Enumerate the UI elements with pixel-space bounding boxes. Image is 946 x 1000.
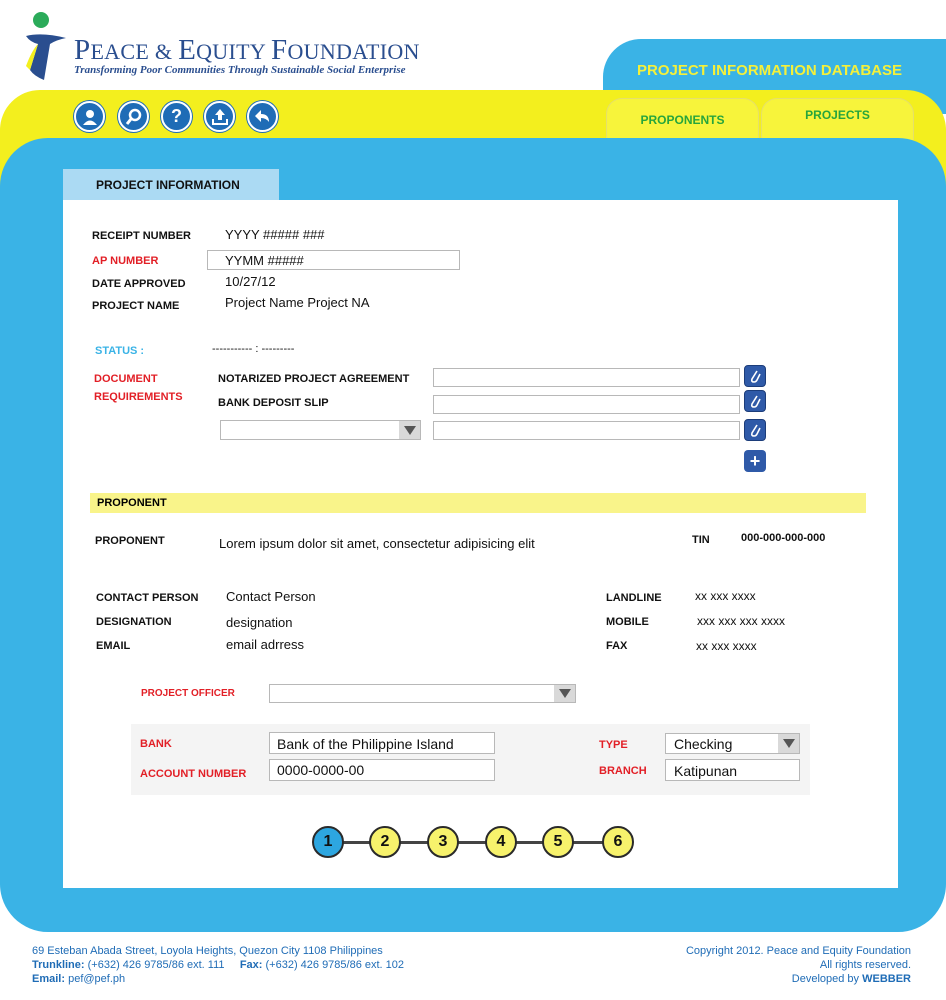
- org-name: PEACE & EQUITY FOUNDATION: [74, 34, 420, 66]
- logo-figure-icon: [26, 12, 66, 80]
- account-type-select[interactable]: Checking: [665, 733, 800, 754]
- landline-value: xx xxx xxxx: [695, 589, 756, 603]
- designation-label: DESIGNATION: [96, 616, 172, 628]
- footer-fax-label: Fax:: [239, 959, 263, 971]
- step-6[interactable]: 6: [602, 826, 634, 858]
- step-4[interactable]: 4: [485, 826, 517, 858]
- branch-field[interactable]: Katipunan: [665, 759, 800, 781]
- step-2[interactable]: 2: [369, 826, 401, 858]
- mobile-label: MOBILE: [606, 616, 649, 628]
- account-number-field[interactable]: 0000-0000-00: [269, 759, 495, 781]
- doc-other-field[interactable]: [433, 421, 740, 440]
- tab-project-information[interactable]: PROJECT INFORMATION: [63, 169, 279, 201]
- tab-proponents[interactable]: PROPONENTS: [606, 98, 759, 140]
- ap-number-field[interactable]: YYMM #####: [207, 250, 460, 270]
- project-officer-label: PROJECT OFFICER: [141, 688, 235, 699]
- database-title: PROJECT INFORMATION DATABASE: [637, 62, 902, 79]
- developer-name[interactable]: WEBBER: [862, 973, 911, 985]
- trunkline-value: (+632) 426 9785/86 ext. 111: [87, 959, 225, 971]
- user-icon[interactable]: [74, 101, 105, 132]
- tin-value: 000-000-000-000: [741, 532, 826, 544]
- contact-person-value: Contact Person: [226, 589, 316, 604]
- footer-copyright: Copyright 2012. Peace and Equity Foundat…: [685, 945, 911, 957]
- chevron-down-icon: [778, 734, 799, 753]
- date-approved-value: 10/27/12: [225, 274, 276, 289]
- email-label: EMAIL: [96, 640, 131, 652]
- attach-notarized-icon[interactable]: [744, 365, 766, 387]
- footer-fax-value: (+632) 426 9785/86 ext. 102: [265, 959, 405, 971]
- footer-email: Email: pef@pef.ph: [32, 973, 125, 985]
- doc-type-select[interactable]: [220, 420, 421, 440]
- mobile-value: xxx xxx xxx xxxx: [697, 614, 786, 628]
- tin-label: TIN: [692, 534, 710, 546]
- bank-field[interactable]: Bank of the Philippine Island: [269, 732, 495, 754]
- receipt-number-value: YYYY ##### ###: [225, 227, 325, 242]
- doc-bank-deposit-label: BANK DEPOSIT SLIP: [218, 397, 329, 409]
- developed-by-label: Developed by: [791, 973, 860, 985]
- project-officer-select[interactable]: [269, 684, 576, 703]
- status-label: STATUS :: [95, 345, 145, 357]
- email-value: email adrress: [226, 637, 305, 652]
- proponent-value: Lorem ipsum dolor sit amet, consectetur …: [219, 536, 535, 551]
- step-5[interactable]: 5: [542, 826, 574, 858]
- attach-other-icon[interactable]: [744, 419, 766, 441]
- receipt-number-label: RECEIPT NUMBER: [92, 230, 192, 242]
- footer-phones: Trunkline: (+632) 426 9785/86 ext. 111 F…: [32, 959, 404, 971]
- proponent-label: PROPONENT: [95, 535, 165, 547]
- status-value: ----------- : ---------: [212, 343, 295, 355]
- step-1[interactable]: 1: [312, 826, 344, 858]
- chevron-down-icon: [554, 685, 575, 702]
- back-icon[interactable]: [247, 101, 278, 132]
- tagline: Transforming Poor Communities Through Su…: [74, 64, 406, 76]
- doc-notarized-label: NOTARIZED PROJECT AGREEMENT: [218, 373, 410, 385]
- document-requirements-label-line1: DOCUMENT: [94, 373, 158, 385]
- fax-value: xx xxx xxxx: [696, 639, 757, 653]
- chevron-down-icon: [399, 421, 420, 439]
- footer-developer: Developed by WEBBER: [792, 973, 911, 985]
- branch-label: BRANCH: [599, 765, 647, 777]
- trunkline-label: Trunkline:: [32, 959, 85, 971]
- doc-notarized-field[interactable]: [433, 368, 740, 387]
- attach-bank-deposit-icon[interactable]: [744, 390, 766, 412]
- document-requirements-label-line2: REQUIREMENTS: [94, 391, 183, 403]
- account-number-label: ACCOUNT NUMBER: [140, 768, 247, 780]
- help-icon[interactable]: ?: [161, 101, 192, 132]
- step-3[interactable]: 3: [427, 826, 459, 858]
- proponent-section-bar: PROPONENT: [90, 493, 866, 513]
- footer-email-value[interactable]: pef@pef.ph: [68, 973, 125, 985]
- landline-label: LANDLINE: [606, 592, 662, 604]
- date-approved-label: DATE APPROVED: [92, 278, 186, 290]
- add-document-button[interactable]: +: [744, 450, 766, 472]
- fax-label: FAX: [606, 640, 628, 652]
- footer-rights: All rights reserved.: [819, 959, 911, 971]
- doc-bank-deposit-field[interactable]: [433, 395, 740, 414]
- type-label: TYPE: [599, 739, 628, 751]
- logo: [22, 10, 70, 82]
- bank-label: BANK: [140, 738, 172, 750]
- footer-email-label: Email:: [32, 973, 66, 985]
- ap-number-label: AP NUMBER: [92, 255, 159, 267]
- project-name-label: PROJECT NAME: [92, 300, 180, 312]
- designation-value: designation: [226, 615, 293, 630]
- upload-icon[interactable]: [204, 101, 235, 132]
- project-name-value: Project Name Project NA: [225, 295, 370, 310]
- tab-projects[interactable]: PROJECTS: [761, 98, 914, 140]
- footer-address: 69 Esteban Abada Street, Loyola Heights,…: [32, 945, 383, 957]
- contact-person-label: CONTACT PERSON: [96, 592, 199, 604]
- search-icon[interactable]: [118, 101, 149, 132]
